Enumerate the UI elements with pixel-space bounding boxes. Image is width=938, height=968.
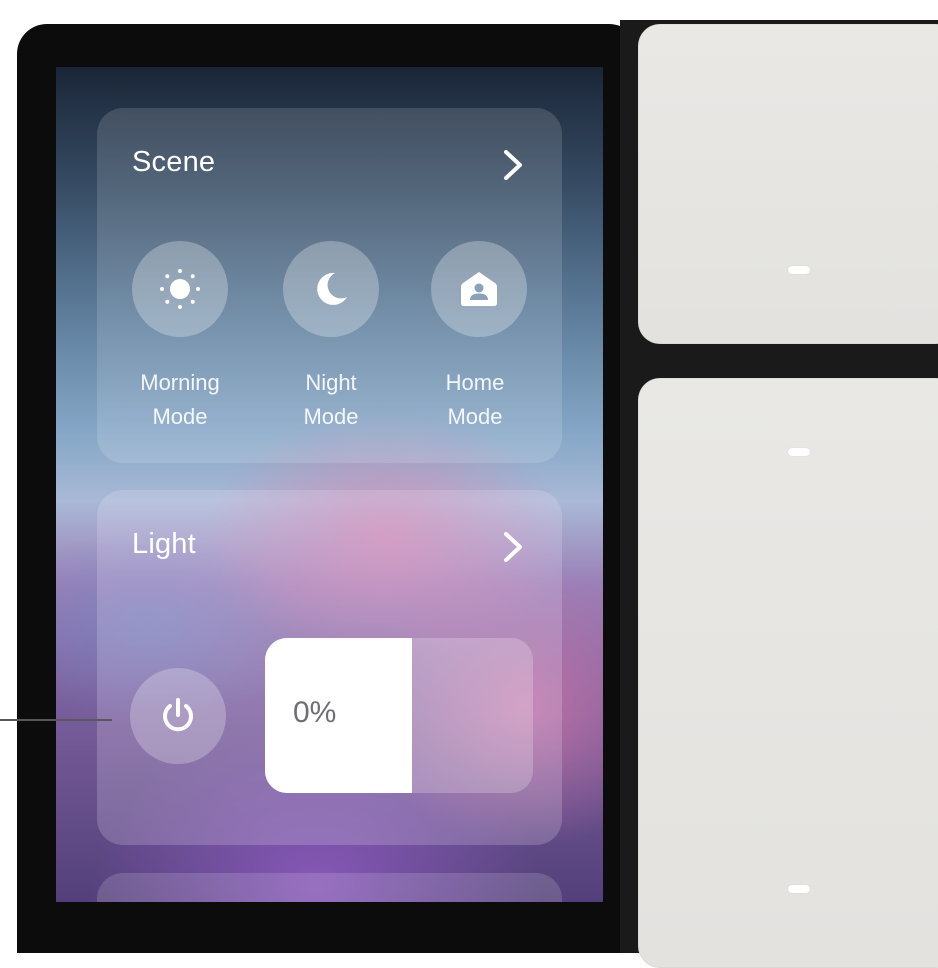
brightness-value: 0%	[293, 696, 337, 729]
switch-bottom-indicator-lower	[788, 885, 810, 893]
brightness-slider[interactable]: 0%	[265, 638, 533, 793]
scene-title: Scene	[132, 146, 216, 178]
next-card-peek	[97, 873, 562, 902]
switch-top-indicator	[788, 266, 810, 274]
morning-mode-button[interactable]	[132, 241, 228, 337]
switch-bottom-indicator-upper	[788, 448, 810, 456]
home-mode-button[interactable]	[431, 241, 527, 337]
morning-mode-label: Morning Mode	[140, 370, 220, 429]
light-power-button[interactable]	[130, 668, 226, 764]
moon-icon	[317, 272, 347, 305]
scene-chevron-right-icon[interactable]	[498, 146, 528, 184]
night-mode-label: Night Mode	[303, 370, 359, 429]
home-mode-label: Home Mode	[445, 370, 505, 429]
scene-card: Scene Morning Mode Night Mode Home Mode	[97, 108, 562, 463]
light-chevron-right-icon[interactable]	[498, 528, 528, 566]
sun-icon	[160, 269, 200, 309]
night-mode-button[interactable]	[283, 241, 379, 337]
physical-switch-bottom[interactable]	[638, 378, 938, 968]
light-card: Light 0%	[97, 490, 562, 845]
callout-line	[0, 719, 112, 721]
home-person-icon	[461, 272, 497, 306]
light-title: Light	[132, 528, 196, 560]
touch-screen: Scene Morning Mode Night Mode Home Mode …	[56, 67, 603, 902]
power-icon	[163, 698, 193, 732]
physical-switch-top[interactable]	[638, 24, 938, 344]
brightness-slider-fill	[265, 638, 412, 793]
